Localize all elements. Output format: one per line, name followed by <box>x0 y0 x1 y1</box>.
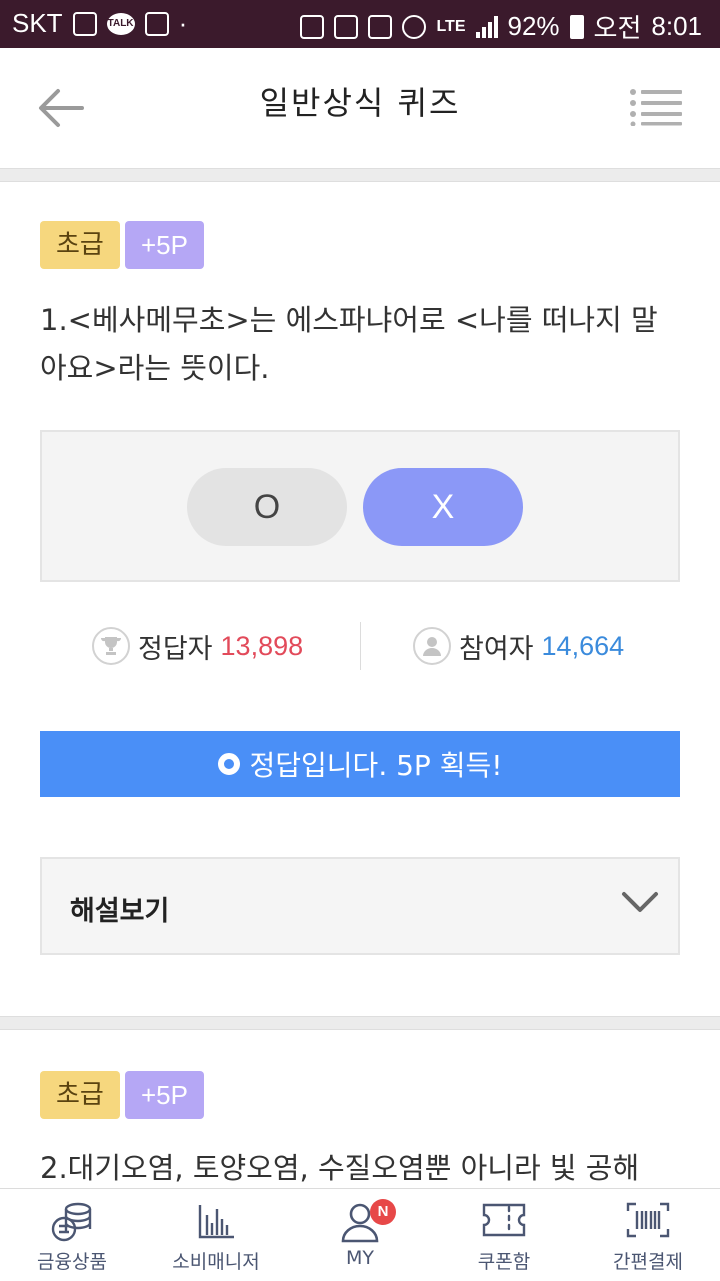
section-divider <box>0 1016 720 1030</box>
quiz-stats: 정답자 13,898 참여자 14,664 <box>40 620 680 672</box>
participant-label: 참여자 <box>459 633 534 665</box>
tab-label: 금융상품 <box>37 1251 107 1273</box>
coins-icon <box>51 1202 92 1242</box>
result-text: 정답입니다. 5P 획득! <box>249 749 503 782</box>
question-text: 2.대기오염, 토양오염, 수질오염뿐 아니라 빛 공해 <box>40 1151 640 1185</box>
points-badge: +5P <box>125 221 204 269</box>
tab-label: MY <box>346 1247 374 1269</box>
dot-icon: · <box>178 8 188 38</box>
tab-easy-pay[interactable]: 간편결제 <box>576 1189 720 1281</box>
bar-chart-icon <box>198 1205 234 1239</box>
stats-divider <box>360 622 361 670</box>
participant-stat: 참여자 14,664 <box>413 620 624 672</box>
notification-badge: N <box>370 1199 396 1225</box>
chevron-down-icon <box>622 892 658 912</box>
explanation-toggle[interactable]: 해설보기 <box>40 857 680 955</box>
ampm-label: 오전 <box>593 13 642 43</box>
signal-icon <box>475 15 498 38</box>
trophy-icon <box>92 627 130 665</box>
recycle-icon <box>334 14 359 39</box>
correct-count: 13,898 <box>220 630 304 661</box>
v-app-icon <box>144 11 169 36</box>
tab-label: 간편결제 <box>613 1251 683 1273</box>
participant-count: 14,664 <box>541 630 625 661</box>
correct-stat: 정답자 13,898 <box>92 620 303 672</box>
battery-icon <box>569 14 584 39</box>
tab-financial-products[interactable]: 금융상품 <box>0 1189 144 1281</box>
barcode-icon <box>626 1202 670 1238</box>
network-label: LTE <box>436 17 466 35</box>
tab-coupon-box[interactable]: 쿠폰함 <box>432 1189 576 1281</box>
explanation-label: 해설보기 <box>70 896 170 927</box>
question-text: 1.<베사메무초>는 에스파냐어로 <나를 떠나지 말아요>라는 뜻이다. <box>40 303 658 385</box>
mute-icon <box>368 14 393 39</box>
person-icon <box>413 627 451 665</box>
talk-icon: TALK <box>106 12 135 35</box>
bottom-tab-bar: 금융상품 소비매니저 N MY 쿠폰함 간편결제 <box>0 1188 720 1281</box>
alarm-icon <box>402 14 427 39</box>
circle-o-icon <box>217 753 240 775</box>
tab-my[interactable]: N MY <box>288 1189 432 1281</box>
menu-button[interactable] <box>630 88 682 127</box>
correct-label: 정답자 <box>138 633 213 665</box>
page-title: 일반상식 퀴즈 <box>259 84 461 122</box>
status-bar: SKT TALK · LTE 92% 오전 8:01 <box>0 0 720 48</box>
tab-spending-manager[interactable]: 소비매니저 <box>144 1189 288 1281</box>
volte-icon <box>72 11 97 36</box>
result-banner: 정답입니다. 5P 획득! <box>40 731 680 797</box>
points-badge: +5P <box>125 1071 204 1119</box>
tab-label: 쿠폰함 <box>477 1251 531 1273</box>
answer-x-button[interactable]: X <box>363 468 523 546</box>
level-badge: 초급 <box>40 1071 120 1119</box>
level-badge: 초급 <box>40 221 120 269</box>
answer-panel: O X <box>40 430 680 582</box>
battery-percent: 92% <box>507 11 560 41</box>
section-divider <box>0 168 720 182</box>
answer-o-button[interactable]: O <box>187 468 347 546</box>
app-header: 일반상식 퀴즈 <box>0 48 720 169</box>
ticket-icon <box>482 1203 526 1237</box>
list-menu-icon <box>630 89 682 127</box>
carrier-label: SKT <box>12 8 63 38</box>
tab-label: 소비매니저 <box>172 1251 260 1273</box>
clock: 8:01 <box>651 11 702 41</box>
battery-saver-icon <box>300 14 325 39</box>
